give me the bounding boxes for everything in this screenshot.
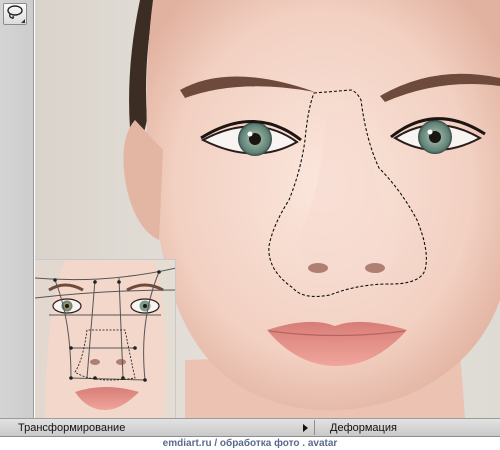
transform-preview-thumbnail xyxy=(35,259,176,418)
tool-strip xyxy=(0,0,34,418)
transform-mode-bar: Трансформирование Деформация xyxy=(0,418,500,437)
submenu-arrow-icon xyxy=(303,424,308,432)
transform-label: Трансформирование xyxy=(18,421,126,434)
bar-divider xyxy=(314,420,315,435)
footer-caption: emdiart.ru / обработка фото . avatar xyxy=(0,437,500,450)
tool-flyout-indicator xyxy=(21,19,25,23)
warp-label: Деформация xyxy=(330,421,397,434)
footer-site: emdiart.ru xyxy=(162,438,212,449)
footer-text: / обработка фото . avatar xyxy=(214,438,338,449)
warp-menu-item[interactable]: Деформация xyxy=(316,419,500,436)
transform-menu[interactable]: Трансформирование xyxy=(0,419,314,436)
lasso-tool-button[interactable] xyxy=(3,3,27,25)
